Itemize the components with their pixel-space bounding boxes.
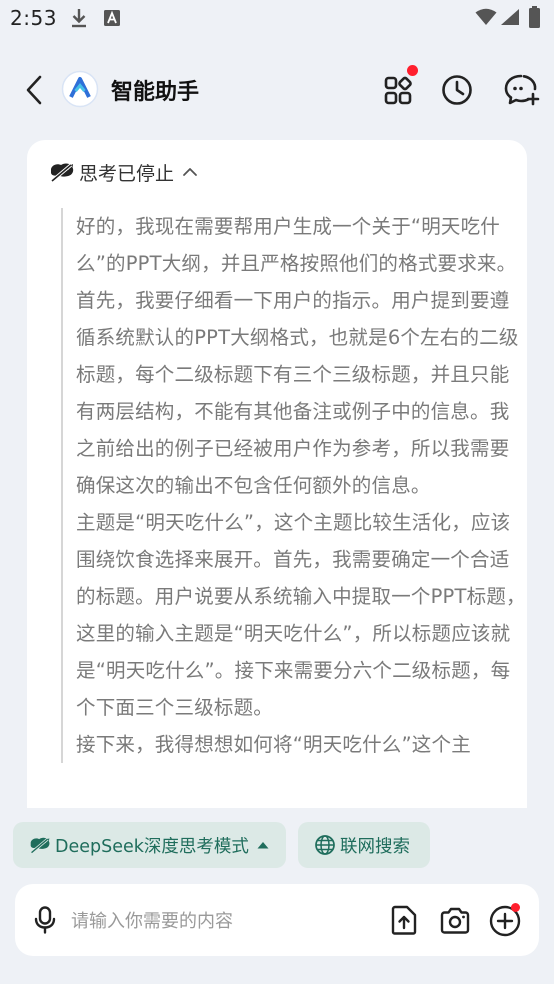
deepseek-whale-icon	[50, 163, 74, 183]
message-composer	[15, 884, 539, 956]
app-logo	[61, 70, 99, 108]
upload-file-icon[interactable]	[390, 905, 418, 935]
chevron-up-icon	[183, 168, 197, 176]
assistant-chat-screen: 2:53 智能助手 思考已停止 好的，我现在需要帮用户生成一个关于“明天吃什么”…	[0, 0, 554, 984]
deepseek-whale-icon	[30, 837, 50, 854]
wifi-icon	[475, 8, 497, 25]
a-notification-icon	[104, 10, 120, 26]
thinking-paragraph: 接下来，我得想想如何将“明天吃什么”这个主	[76, 733, 471, 756]
assistant-message-card: 思考已停止 好的，我现在需要帮用户生成一个关于“明天吃什么”的PPT大纲，并且严…	[27, 140, 527, 808]
download-icon	[72, 9, 86, 28]
web-search-chip[interactable]: 联网搜索	[298, 822, 430, 868]
camera-icon[interactable]	[439, 905, 471, 935]
thinking-paragraph: 好的，我现在需要帮用户生成一个关于“明天吃什么”的PPT大纲，并且严格按照他们的…	[76, 215, 519, 497]
thinking-content: 好的，我现在需要帮用户生成一个关于“明天吃什么”的PPT大纲，并且严格按照他们的…	[61, 208, 526, 763]
microphone-icon[interactable]	[33, 906, 57, 934]
add-notification-dot	[511, 903, 520, 912]
signal-icon	[501, 9, 519, 25]
page-title: 智能助手	[111, 80, 200, 105]
header: 智能助手	[0, 60, 554, 118]
deepseek-mode-chip[interactable]: DeepSeek深度思考模式	[13, 822, 286, 868]
back-icon[interactable]	[18, 72, 54, 108]
caret-up-icon	[257, 842, 269, 849]
history-icon[interactable]	[437, 70, 477, 110]
web-search-label: 联网搜索	[340, 836, 410, 857]
thinking-toggle[interactable]: 思考已停止	[49, 158, 198, 186]
deepseek-mode-label: DeepSeek深度思考模式	[55, 836, 249, 857]
thinking-paragraph: 主题是“明天吃什么”，这个主题比较生活化，应该围绕饮食选择来展开。首先，我需要确…	[76, 511, 526, 719]
status-bar: 2:53	[0, 0, 554, 40]
thinking-status-label: 思考已停止	[79, 162, 175, 185]
apps-notification-dot	[407, 65, 418, 76]
new-chat-icon[interactable]	[500, 70, 542, 110]
apps-icon[interactable]	[380, 70, 420, 110]
message-input[interactable]	[69, 902, 373, 940]
status-time: 2:53	[10, 6, 57, 30]
battery-icon	[529, 6, 540, 28]
globe-icon	[315, 835, 335, 855]
